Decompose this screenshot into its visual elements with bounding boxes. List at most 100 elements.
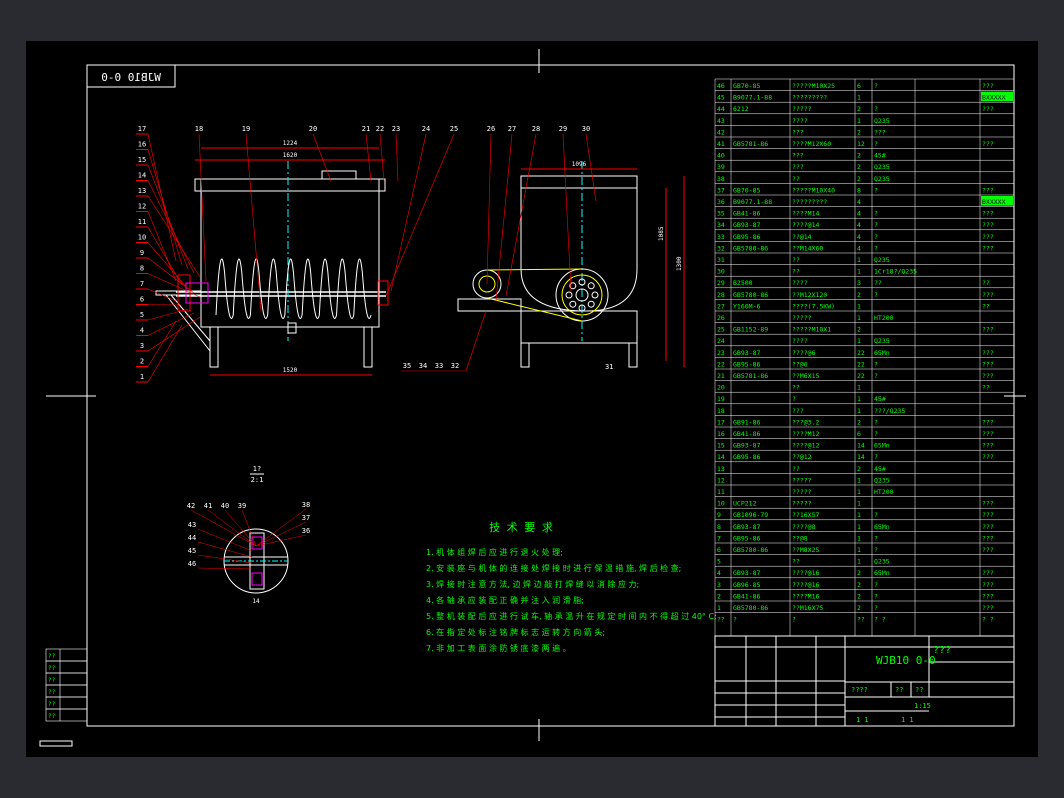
tech-req-heading: 技 术 要 求 xyxy=(489,521,553,534)
bom-cell: 5 xyxy=(717,558,721,566)
bom-cell: ??? xyxy=(982,186,994,194)
bom-header-cell: ? ? xyxy=(874,616,886,624)
bom-cell: ??? xyxy=(982,511,994,519)
bom-cell: 2 xyxy=(857,128,861,136)
bom-cell: 11 xyxy=(717,488,725,496)
bom-cell: ?? xyxy=(792,384,800,392)
mirrored-number: WJB10 0-0 xyxy=(101,71,161,84)
bom-cell: ?? xyxy=(792,256,800,264)
bom-cell: GB5781-86 xyxy=(733,372,768,380)
bom-cell: 2 xyxy=(857,152,861,160)
bom-cell: ??? xyxy=(982,291,994,299)
bom-cell: ??@6 xyxy=(792,360,808,368)
bom-cell: ??? xyxy=(982,244,994,252)
bom-cell: 9 xyxy=(717,511,721,519)
bom-cell: 2 xyxy=(857,592,861,600)
bom-cell: ? xyxy=(874,233,878,241)
bom-cell: ?? xyxy=(874,279,882,287)
bom-cell: GB41-86 xyxy=(733,210,760,218)
bom-cell: GB95-86 xyxy=(733,233,760,241)
bom-cell: 22 xyxy=(857,360,865,368)
leader-label-10: 10 xyxy=(138,234,146,242)
leader-label-2: 2 xyxy=(140,358,144,366)
leader-label-7: 7 xyxy=(140,280,144,288)
bom-cell: ????????? xyxy=(792,198,827,206)
bom-cell: UCP212 xyxy=(733,500,757,508)
bom-cell: 45# xyxy=(874,465,886,473)
bom-cell: Y160M-6 xyxy=(733,302,760,310)
bom-cell: 6 xyxy=(857,430,861,438)
leader-label-14: 14 xyxy=(138,172,146,180)
bom-cell: ??? xyxy=(982,372,994,380)
scale-value: 1:15 xyxy=(914,702,931,710)
dim-1224: 1224 xyxy=(283,140,298,147)
bom-cell: 15 xyxy=(717,442,725,450)
detail-label-36: 36 xyxy=(302,527,310,535)
bom-cell: HT200 xyxy=(874,314,894,322)
tech-req-line-3: 3. 焊 接 时 注 意 方 法, 边 焊 边 敲 打 焊 缝 以 消 除 应 … xyxy=(426,579,639,589)
bom-cell: 46 xyxy=(717,82,725,90)
bom-cell: 65Mn xyxy=(874,523,890,531)
bom-cell: 8 xyxy=(717,523,721,531)
bom-cell: 22 xyxy=(857,372,865,380)
bom-cell: 1 xyxy=(857,395,861,403)
leader-label-9: 9 xyxy=(140,249,144,257)
tech-req-line-4: 4. 各 轴 承 应 装 配 正 确 并 注 入 润 滑 脂; xyxy=(426,595,584,605)
bom-cell: ? xyxy=(874,244,878,252)
bom-cell: BXXXXX xyxy=(982,94,1006,102)
leader-label-21: 21 xyxy=(362,125,370,133)
bom-cell: 2 xyxy=(717,592,721,600)
rev-left-cell: ?? xyxy=(48,713,56,720)
bom-cell: ??? xyxy=(982,326,994,334)
bom-cell: Q235 xyxy=(874,476,890,484)
dim-14: 14 xyxy=(252,598,260,605)
tech-req-line-5: 5. 整 机 装 配 后 应 进 行 试 车, 轴 承 温 升 在 规 定 时 … xyxy=(426,611,717,621)
bom-cell: GB5780-86 xyxy=(733,604,768,612)
bom-cell: 45# xyxy=(874,395,886,403)
leader-label-26: 26 xyxy=(487,125,495,133)
bom-cell: 65Mn xyxy=(874,569,890,577)
bom-cell: 2 xyxy=(857,465,861,473)
rev-left-cell: ?? xyxy=(48,689,56,696)
bom-cell: ??? xyxy=(982,534,994,542)
bom-cell: ??? xyxy=(982,418,994,426)
bom-cell: GB93-87 xyxy=(733,523,760,531)
bom-cell: 2 xyxy=(857,163,861,171)
bom-cell: 43 xyxy=(717,117,725,125)
bom-cell: 2 xyxy=(857,105,861,113)
bom-cell: 29 xyxy=(717,279,725,287)
bom-cell: 1 xyxy=(857,500,861,508)
bom-cell: ??? xyxy=(874,128,886,136)
bom-cell: GB93-87 xyxy=(733,221,760,229)
bom-cell: ??16X57 xyxy=(792,511,819,519)
bom-cell: 23 xyxy=(717,349,725,357)
bom-cell: 2 xyxy=(857,175,861,183)
leader-label-22: 22 xyxy=(376,125,384,133)
rev-left-cell: ?? xyxy=(48,665,56,672)
bom-cell: 14 xyxy=(717,453,725,461)
small-a: ?? xyxy=(895,686,903,694)
bom-header-cell: ?? xyxy=(857,616,865,624)
bom-cell: 40 xyxy=(717,152,725,160)
bom-cell: ? xyxy=(874,604,878,612)
bom-cell: ??? xyxy=(982,592,994,600)
detail-label-38: 38 xyxy=(302,501,310,509)
bom-cell: 1 xyxy=(857,511,861,519)
bom-cell: 1 xyxy=(857,256,861,264)
bom-cell: 19 xyxy=(717,395,725,403)
bom-cell: 8 xyxy=(857,186,861,194)
bom-cell: GB95-86 xyxy=(733,360,760,368)
bom-cell: 12 xyxy=(857,140,865,148)
bom-cell: ??? xyxy=(982,604,994,612)
small-b: ?? xyxy=(915,686,923,694)
bom-cell: 33 xyxy=(717,233,725,241)
bom-cell: ??? xyxy=(982,105,994,113)
leader-label-30: 30 xyxy=(582,125,590,133)
bom-cell: ??? xyxy=(982,581,994,589)
leader-label-11: 11 xyxy=(138,218,146,226)
bom-cell: ??? xyxy=(982,500,994,508)
bom-cell: 2 xyxy=(857,581,861,589)
bom-cell: ????M12 xyxy=(792,430,819,438)
bom-cell: 42 xyxy=(717,128,725,136)
bom-cell: 24 xyxy=(717,337,725,345)
